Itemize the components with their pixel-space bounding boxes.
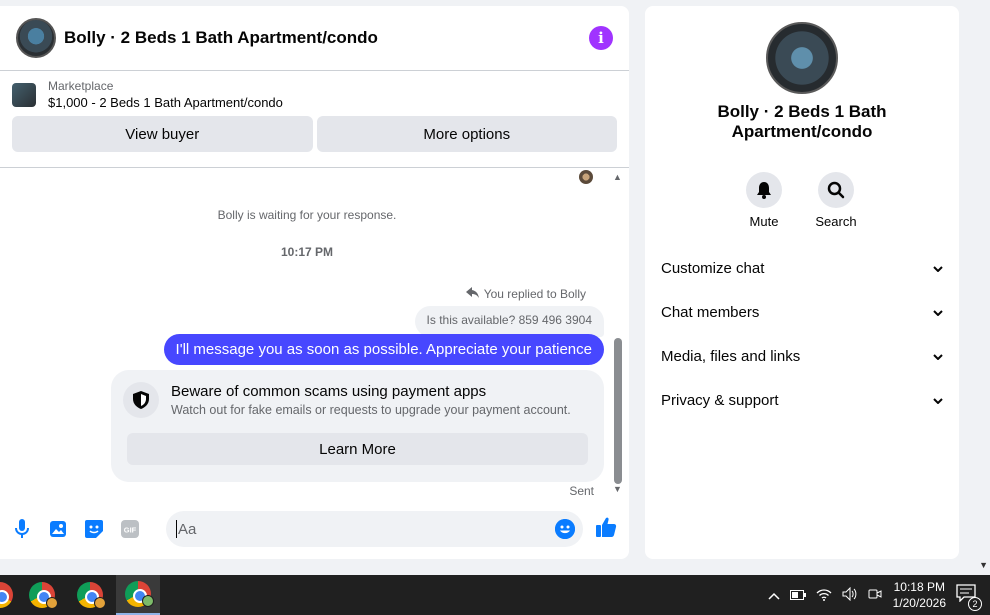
taskbar-chrome-profile-1[interactable] (20, 575, 64, 615)
listing-label: Marketplace (48, 79, 114, 93)
sticker-icon[interactable] (84, 519, 104, 539)
clock-date: 1/20/2026 (892, 596, 946, 610)
mute-action[interactable]: Mute (734, 172, 794, 229)
gif-icon[interactable]: GIF (120, 519, 140, 539)
message-scrollbar[interactable]: ▲ ▼ (612, 172, 624, 494)
message-list: Bolly is waiting for your response. 10:1… (0, 168, 629, 498)
waiting-notice: Bolly is waiting for your response. (217, 208, 397, 222)
privacy-support-label: Privacy & support (661, 391, 779, 409)
chevron-down-icon (933, 305, 943, 319)
scroll-thumb[interactable] (614, 338, 622, 484)
page-scroll-down-arrow[interactable]: ▼ (979, 560, 988, 570)
svg-text:GIF: GIF (124, 526, 137, 535)
battery-icon[interactable] (789, 588, 806, 603)
media-files-links-label: Media, files and links (661, 347, 801, 365)
system-tray: 10:18 PM 1/20/2026 2 (763, 575, 990, 615)
scam-warning-title: Beware of common scams using payment app… (171, 383, 487, 400)
taskbar: 10:18 PM 1/20/2026 2 (0, 575, 990, 615)
chat-members-row[interactable]: Chat members (661, 300, 943, 324)
scam-warning-card: Beware of common scams using payment app… (111, 370, 604, 482)
chrome-icon (0, 582, 13, 608)
panel-title: Bolly · 2 Beds 1 Bath Apartment/condo (717, 102, 887, 141)
mute-label: Mute (749, 214, 779, 229)
bell-icon[interactable] (746, 172, 782, 208)
scroll-up-arrow[interactable]: ▲ (613, 172, 622, 182)
emoji-icon[interactable] (555, 519, 575, 539)
customize-chat-label: Customize chat (661, 259, 765, 277)
learn-more-button[interactable]: Learn More (127, 433, 588, 465)
reply-label: You replied to Bolly (483, 287, 586, 301)
contact-avatar[interactable] (16, 18, 56, 58)
microphone-icon[interactable] (12, 519, 32, 539)
message-input[interactable]: Aa (166, 511, 583, 547)
more-options-button[interactable]: More options (316, 116, 617, 152)
meet-now-icon[interactable] (868, 587, 882, 604)
profile-badge (94, 597, 106, 609)
search-label: Search (815, 214, 857, 229)
taskbar-chrome-profile-2[interactable] (68, 575, 112, 615)
search-action[interactable]: Search (806, 172, 866, 229)
shield-icon (123, 382, 159, 418)
thumbs-up-icon[interactable] (595, 516, 617, 543)
notification-count: 2 (968, 596, 982, 611)
message-input-placeholder: Aa (178, 520, 197, 538)
reply-indicator: You replied to Bolly (465, 286, 586, 302)
marketplace-listing: Marketplace $1,000 - 2 Beds 1 Bath Apart… (0, 71, 629, 168)
chevron-up-icon[interactable] (768, 588, 780, 603)
customize-chat-row[interactable]: Customize chat (661, 256, 943, 280)
profile-avatar[interactable] (766, 22, 838, 94)
media-files-links-row[interactable]: Media, files and links (661, 344, 943, 368)
sent-message-bubble[interactable]: I'll message you as soon as possible. Ap… (163, 334, 604, 365)
speaker-icon[interactable] (842, 586, 858, 604)
notification-icon[interactable]: 2 (956, 583, 982, 611)
reply-icon (465, 286, 480, 302)
scroll-down-arrow[interactable]: ▼ (613, 484, 622, 494)
scam-warning-subtitle: Watch out for fake emails or requests to… (171, 403, 571, 417)
chat-members-label: Chat members (661, 303, 760, 321)
chat-title[interactable]: Bolly · 2 Beds 1 Bath Apartment/condo (64, 28, 589, 48)
listing-description[interactable]: $1,000 - 2 Beds 1 Bath Apartment/condo (48, 95, 283, 110)
read-receipt-avatar (579, 170, 593, 184)
view-buyer-button[interactable]: View buyer (12, 116, 313, 152)
chevron-down-icon (933, 393, 943, 407)
search-icon[interactable] (818, 172, 854, 208)
chat-panel: Bolly · 2 Beds 1 Bath Apartment/condo i … (0, 6, 629, 559)
quoted-message[interactable]: Is this available? 859 496 3904 (414, 306, 604, 337)
privacy-support-row[interactable]: Privacy & support (661, 388, 943, 412)
message-composer: GIF Aa (0, 510, 629, 548)
info-icon[interactable]: i (589, 26, 613, 50)
wifi-icon[interactable] (816, 587, 832, 604)
sent-status: Sent (569, 484, 594, 498)
chevron-down-icon (933, 261, 943, 275)
clock-time: 10:18 PM (893, 580, 945, 594)
listing-thumbnail[interactable] (12, 82, 36, 107)
chevron-down-icon (933, 349, 943, 363)
conversation-info-panel: Bolly · 2 Beds 1 Bath Apartment/condo Mu… (645, 6, 959, 559)
profile-badge (142, 595, 154, 607)
photo-icon[interactable] (48, 519, 68, 539)
taskbar-chrome-profile-3[interactable] (116, 575, 160, 615)
taskbar-clock[interactable]: 10:18 PM 1/20/2026 (893, 579, 946, 611)
chat-header: Bolly · 2 Beds 1 Bath Apartment/condo i (0, 6, 629, 71)
taskbar-app-partial[interactable] (0, 575, 22, 615)
profile-badge (46, 597, 58, 609)
message-timestamp: 10:17 PM (280, 245, 334, 259)
